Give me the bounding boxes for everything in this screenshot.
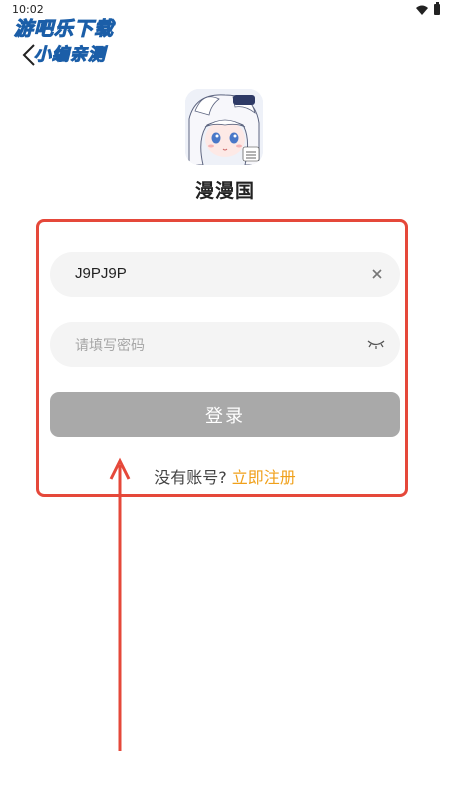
register-prompt: 没有账号? [154,468,227,487]
back-button[interactable] [16,40,42,70]
wifi-icon [416,5,428,15]
status-icons [416,2,440,15]
eye-closed-icon[interactable] [366,336,386,350]
clear-icon[interactable] [370,267,384,281]
app-name: 漫漫国 [194,180,255,202]
account-field[interactable]: J9PJ9P [50,252,400,297]
annotation-arrow [109,457,131,751]
anime-girl-avatar-icon [185,89,263,165]
app-logo [185,89,263,165]
watermark-line-1: 游吧乐下载 [13,18,115,41]
password-field[interactable]: 请填写密码 [50,322,400,367]
password-input[interactable]: 请填写密码 [75,335,145,355]
login-button[interactable]: 登录 [50,392,400,437]
battery-icon [434,2,440,15]
watermark-line-2: 小编亲测 [34,45,106,66]
register-link[interactable]: 立即注册 [232,468,296,487]
chevron-left-icon [22,44,35,66]
register-row: 没有账号? 立即注册 [0,464,450,488]
account-input[interactable]: J9PJ9P [75,265,127,282]
